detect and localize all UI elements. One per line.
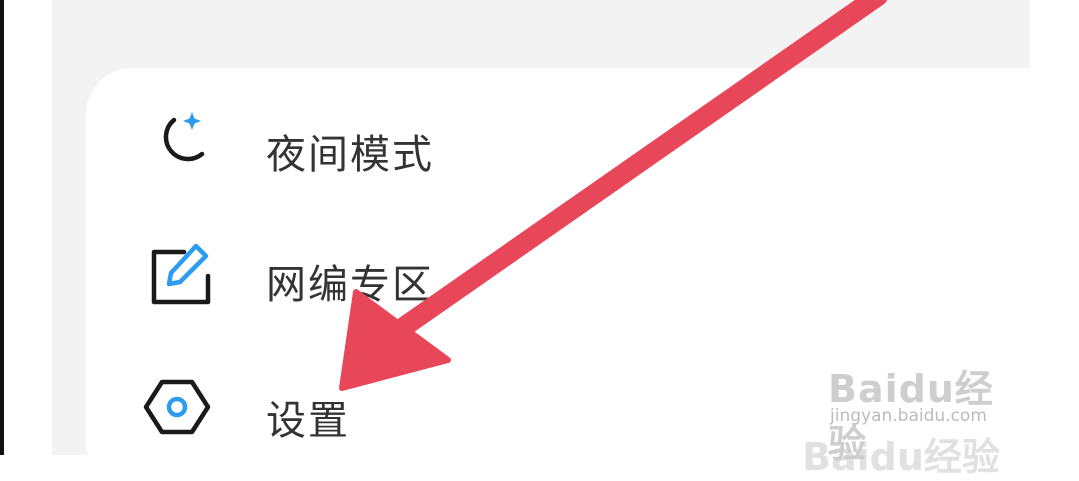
- moon-star-icon: [163, 112, 205, 162]
- night-mode-label: 夜间模式: [266, 132, 434, 178]
- menu-item-night-mode[interactable]: 夜间模式: [86, 88, 986, 198]
- watermark-url: jingyan.baidu.com: [830, 406, 987, 426]
- left-border: [0, 0, 4, 455]
- settings-hexagon-icon: [143, 379, 211, 435]
- right-margin: [1030, 0, 1079, 455]
- watermark-logo-faded: Baidu经验: [802, 435, 1000, 479]
- editor-zone-label: 网编专区: [266, 262, 434, 308]
- menu-item-editor-zone[interactable]: 网编专区: [86, 218, 986, 328]
- edit-square-icon: [151, 243, 211, 305]
- baidu-watermark: Baidu经验 jingyan.baidu.com Baidu经验: [802, 340, 1028, 479]
- settings-label: 设置: [266, 398, 350, 444]
